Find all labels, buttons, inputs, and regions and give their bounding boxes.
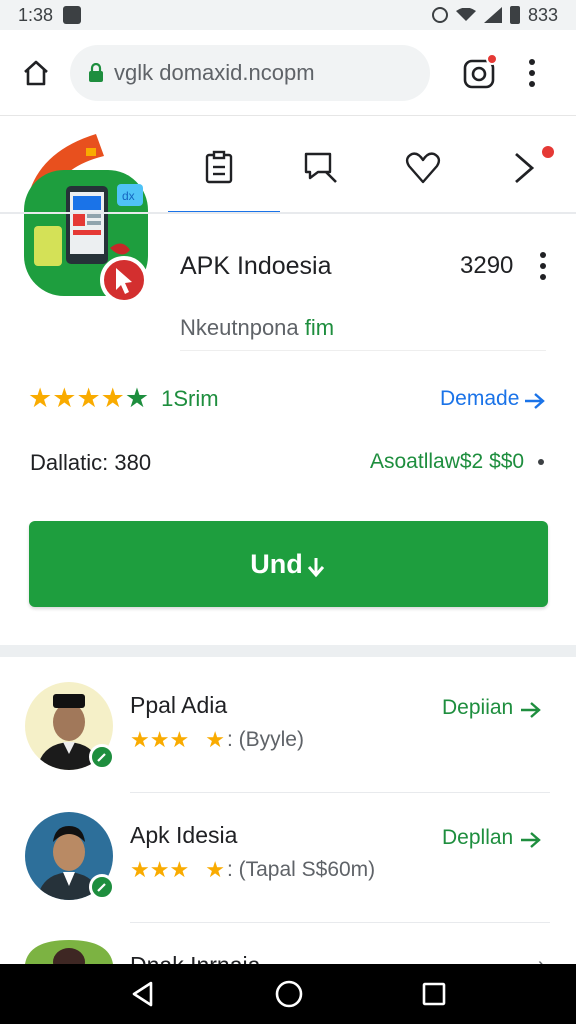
arrow-right-icon [521,832,542,848]
home-button[interactable] [18,55,54,91]
arrow-right-icon [525,393,546,409]
demade-link[interactable]: Demade [440,387,547,411]
item-name: Apk Idesia [130,822,238,848]
star-icon: ★ [169,857,190,882]
star-icon: ★ [28,383,53,413]
battery-icon [509,6,520,24]
divider [130,922,550,923]
app-icon: dx [24,130,154,304]
status-icons: 833 [431,4,558,26]
app-developer[interactable]: Nkeutnpona fim [180,315,334,341]
svg-text:dx: dx [122,189,135,203]
system-navigation-bar [0,964,576,1024]
home-nav-button[interactable] [274,979,304,1009]
url-text: vglk domaxid.ncopm [114,59,315,85]
verified-badge-icon [89,744,115,770]
star-icon: ★ [169,727,190,752]
detail-value: Asoatllaw$2 $$0 [370,450,525,473]
divider [130,792,550,793]
notification-badge [486,52,498,65]
item-action-link[interactable]: Depllan [442,826,543,850]
wifi-icon [455,8,476,21]
home-icon [24,60,48,85]
detail-label: Dallatic: 380 [30,450,152,475]
star-icon: ★ [205,727,225,752]
search-icon [304,152,337,183]
data-saver-icon [431,7,448,23]
browser-menu-button[interactable] [528,58,536,87]
install-button[interactable]: Und [29,521,548,607]
item-meta: : (Tapal S$60m) [226,858,376,881]
section-divider [0,645,576,657]
heart-icon [405,152,441,184]
url-bar[interactable]: vglk domaxid.ncopm [70,44,430,101]
status-bar: 1:38 833 [0,0,576,30]
item-action-link[interactable]: Depiian [442,696,543,720]
clipboard-icon [205,150,233,184]
developer-name: Nkeutnpona [180,315,299,340]
arrow-right-icon [521,702,542,718]
star-icon: ★ [52,383,77,413]
demade-label: Demade [440,387,520,410]
dot-separator [538,459,544,465]
tab-search[interactable] [270,120,372,214]
status-time: 1:38 [18,4,54,25]
item-action-label: Depiian [442,696,514,719]
rating-row: ★ ★ ★ ★ ★ 1Srim [28,385,219,412]
developer-suffix: fim [304,315,335,340]
item-action-label: Depllan [442,826,514,849]
lock-icon [89,62,103,82]
tab-share[interactable] [474,120,576,214]
star-icon: ★ [205,857,225,882]
item-meta: : (Byyle) [226,728,304,751]
avatar [25,940,113,964]
avatar [25,682,115,772]
star-icon: ★ [149,857,170,882]
star-icon: ★ [76,383,101,413]
tab-heart[interactable] [372,120,474,214]
notification-app-icon [63,6,82,24]
star-icon: ★ [124,383,150,413]
app-title: APK Indoesia [180,252,332,280]
arrow-icon [515,152,535,184]
app-more-button[interactable] [540,252,548,280]
star-icon: ★ [130,727,150,752]
item-rating: ★ ★ ★ ★ : (Byyle) [130,728,304,752]
list-item[interactable]: Ppal Adia ★ ★ ★ ★ : (Byyle) Depiian [0,682,576,802]
back-button[interactable] [129,980,157,1008]
star-icon: ★ [130,857,150,882]
app-size: 3290 [460,252,514,279]
tab-clipboard[interactable] [168,120,280,214]
download-icon [307,558,324,578]
rating-count: 1Srim [161,385,219,411]
recents-button[interactable] [421,981,447,1007]
star-icon: ★ [100,383,125,413]
list-item[interactable]: Apk Idesia ★ ★ ★ ★ : (Tapal S$60m) Depll… [0,812,576,932]
verified-badge-icon [89,874,115,900]
star-icon: ★ [149,727,170,752]
tab-divider [0,212,576,214]
divider [180,350,546,351]
browser-toolbar: vglk domaxid.ncopm [0,30,576,116]
avatar [25,812,115,902]
camera-button[interactable] [462,52,498,90]
tab-row [168,120,576,214]
install-label: Und [250,548,303,579]
item-rating: ★ ★ ★ ★ : (Tapal S$60m) [130,858,375,882]
item-name: Ppal Adia [130,692,228,718]
battery-level: 833 [527,4,558,25]
tab-badge [542,146,554,158]
signal-icon [483,7,502,23]
